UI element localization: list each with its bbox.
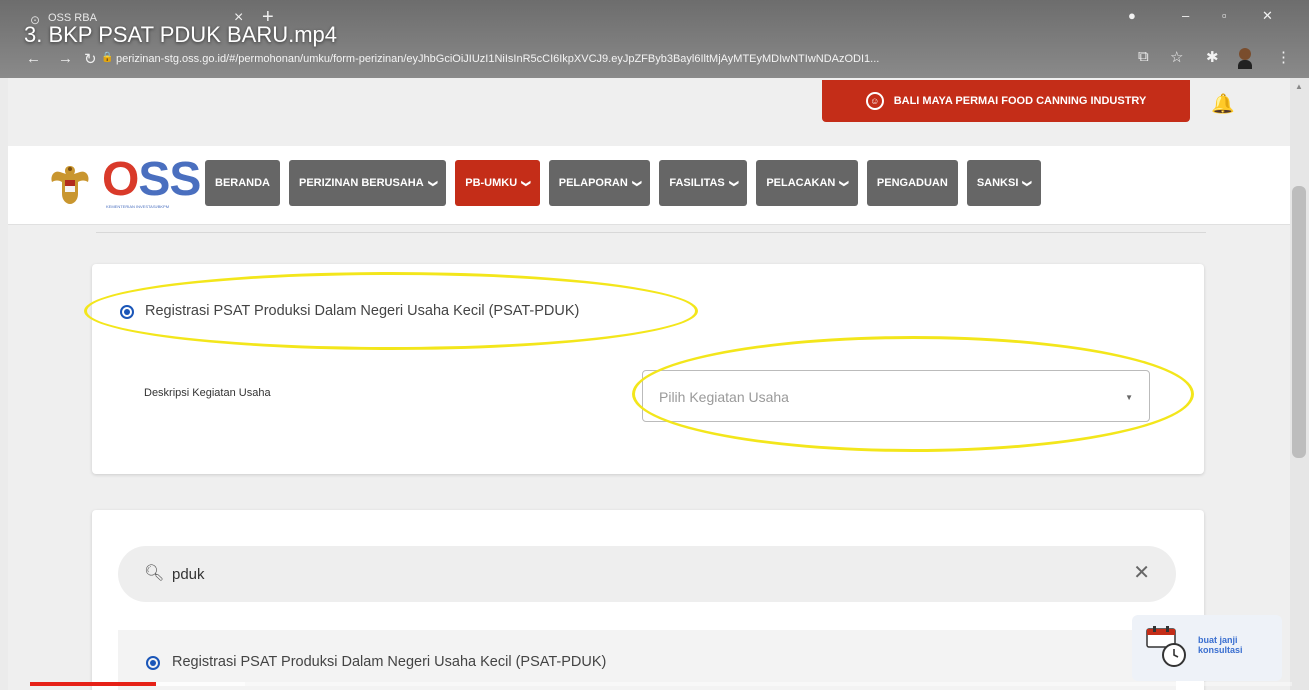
- option-radio-selected[interactable]: [120, 305, 134, 319]
- menu-item-label: PERIZINAN BERUSAHA: [299, 177, 424, 189]
- select-placeholder: Pilih Kegiatan Usaha: [659, 389, 789, 405]
- chevron-down-icon: ❯: [1022, 179, 1033, 187]
- option-label[interactable]: Registrasi PSAT Produksi Dalam Negeri Us…: [145, 303, 579, 319]
- logo-subtitle: KEMENTERIAN INVESTASI/BKPM: [106, 204, 170, 209]
- video-title: 3. BKP PSAT PDUK BARU.mp4: [24, 22, 338, 47]
- chevron-down-icon: ❯: [729, 179, 740, 187]
- menu-item-pelacakan[interactable]: PELACAKAN ❯: [756, 160, 858, 206]
- bookmark-star-icon[interactable]: ☆: [1170, 48, 1183, 66]
- company-name: BALI MAYA PERMAI FOOD CANNING INDUSTRY: [893, 95, 1147, 107]
- menu-item-label: BERANDA: [215, 177, 270, 189]
- consult-label: buat janji konsultasi: [1198, 635, 1243, 655]
- menu-item-pelaporan[interactable]: PELAPORAN ❯: [548, 160, 651, 206]
- result-radio[interactable]: [146, 656, 160, 670]
- search-input[interactable]: [170, 562, 1074, 586]
- menu-item-label: PELAPORAN: [558, 177, 628, 189]
- profile-avatar[interactable]: [1238, 48, 1252, 70]
- chevron-down-icon: ❯: [427, 179, 438, 187]
- menu-item-label: FASILITAS: [669, 177, 725, 189]
- menu-item-label: SANKSI: [976, 177, 1019, 189]
- minimize-icon[interactable]: –: [1182, 8, 1189, 23]
- search-card: 🔍︎ ✕ Registrasi PSAT Produksi Dalam Nege…: [92, 510, 1204, 690]
- field-label: Deskripsi Kegiatan Usaha: [144, 387, 271, 399]
- record-icon[interactable]: ●: [1128, 8, 1136, 23]
- extensions-icon[interactable]: ✱: [1206, 48, 1219, 66]
- search-bar: 🔍︎ ✕: [118, 546, 1176, 602]
- list-item[interactable]: Registrasi PSAT Produksi Dalam Negeri Us…: [118, 630, 1176, 690]
- divider: [96, 232, 1206, 233]
- result-label[interactable]: Registrasi PSAT Produksi Dalam Negeri Us…: [172, 654, 606, 670]
- reload-icon[interactable]: ↻: [84, 50, 97, 68]
- clock-icon: [1162, 643, 1186, 667]
- forward-icon[interactable]: →: [58, 50, 73, 67]
- main-menu: BERANDA PERIZINAN BERUSAHA ❯ PB-UMKU ❯ PELAPO…: [205, 160, 1041, 206]
- dropdown-caret-icon: ▼: [1125, 393, 1133, 402]
- scroll-up-arrow-icon[interactable]: ▲: [1295, 82, 1303, 91]
- menu-item-beranda[interactable]: BERANDA: [205, 160, 280, 206]
- consult-widget[interactable]: buat janji konsultasi: [1132, 615, 1282, 681]
- address-bar[interactable]: perizinan-stg.oss.go.id/#/permohonan/umk…: [116, 53, 1116, 65]
- company-button[interactable]: ☺ BALI MAYA PERMAI FOOD CANNING INDUSTRY: [822, 80, 1190, 122]
- back-icon[interactable]: ←: [26, 50, 41, 67]
- oss-logo[interactable]: OSS: [102, 152, 201, 207]
- menu-item-sanksi[interactable]: SANKSI ❯: [966, 160, 1041, 206]
- menu-item-pengaduan[interactable]: PENGADUAN: [866, 160, 958, 206]
- form-card: Registrasi PSAT Produksi Dalam Negeri Us…: [92, 264, 1204, 474]
- user-circle-icon: ☺: [865, 92, 884, 110]
- maximize-icon[interactable]: ▫: [1222, 8, 1227, 23]
- chevron-down-icon: ❯: [632, 179, 643, 187]
- lock-icon[interactable]: 🔒: [101, 52, 113, 63]
- chevron-down-icon: ❯: [839, 179, 850, 187]
- notification-bell-icon[interactable]: 🔔: [1211, 92, 1235, 116]
- window-close-icon[interactable]: ✕: [1262, 8, 1273, 24]
- menu-item-label: PELACAKAN: [766, 177, 836, 189]
- main-navbar: OSS KEMENTERIAN INVESTASI/BKPM BERANDA PE…: [8, 146, 1290, 225]
- kegiatan-usaha-select[interactable]: Pilih Kegiatan Usaha ▼: [642, 370, 1150, 422]
- menu-item-perizinan-berusaha[interactable]: PERIZINAN BERUSAHA ❯: [289, 160, 447, 206]
- browser-menu-icon[interactable]: ⋮: [1276, 48, 1291, 66]
- menu-item-label: PB-UMKU: [465, 177, 518, 189]
- scrollbar-thumb[interactable]: [1292, 186, 1306, 458]
- video-progress-played[interactable]: [30, 682, 156, 686]
- menu-item-label: PENGADUAN: [876, 177, 948, 189]
- share-icon[interactable]: ⧉: [1138, 48, 1149, 65]
- clear-search-icon[interactable]: ✕: [1133, 560, 1150, 585]
- page-content: ☺ BALI MAYA PERMAI FOOD CANNING INDUSTRY…: [8, 78, 1290, 690]
- browser-chrome: ⊙ OSS RBA × + ● – ▫ ✕ ← → ↻ 🔒 perizinan-…: [0, 0, 1309, 78]
- garuda-emblem-icon: [51, 166, 89, 204]
- menu-item-fasilitas[interactable]: FASILITAS ❯: [659, 160, 748, 206]
- menu-item-pb-umku[interactable]: PB-UMKU ❯: [455, 160, 540, 206]
- chevron-down-icon: ❯: [521, 179, 532, 187]
- search-icon: 🔍︎: [144, 565, 165, 582]
